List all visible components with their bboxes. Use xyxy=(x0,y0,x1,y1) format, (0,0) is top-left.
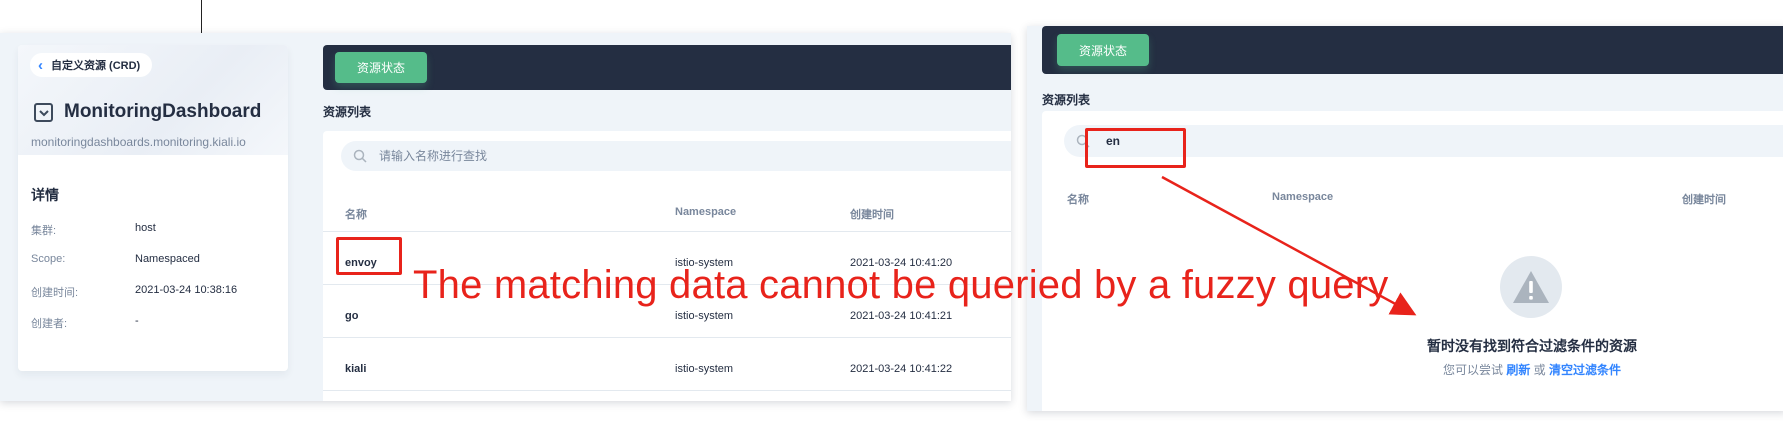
arrow-icon xyxy=(1161,175,1417,316)
annotation-text: The matching data cannot be queried by a… xyxy=(413,263,1389,307)
